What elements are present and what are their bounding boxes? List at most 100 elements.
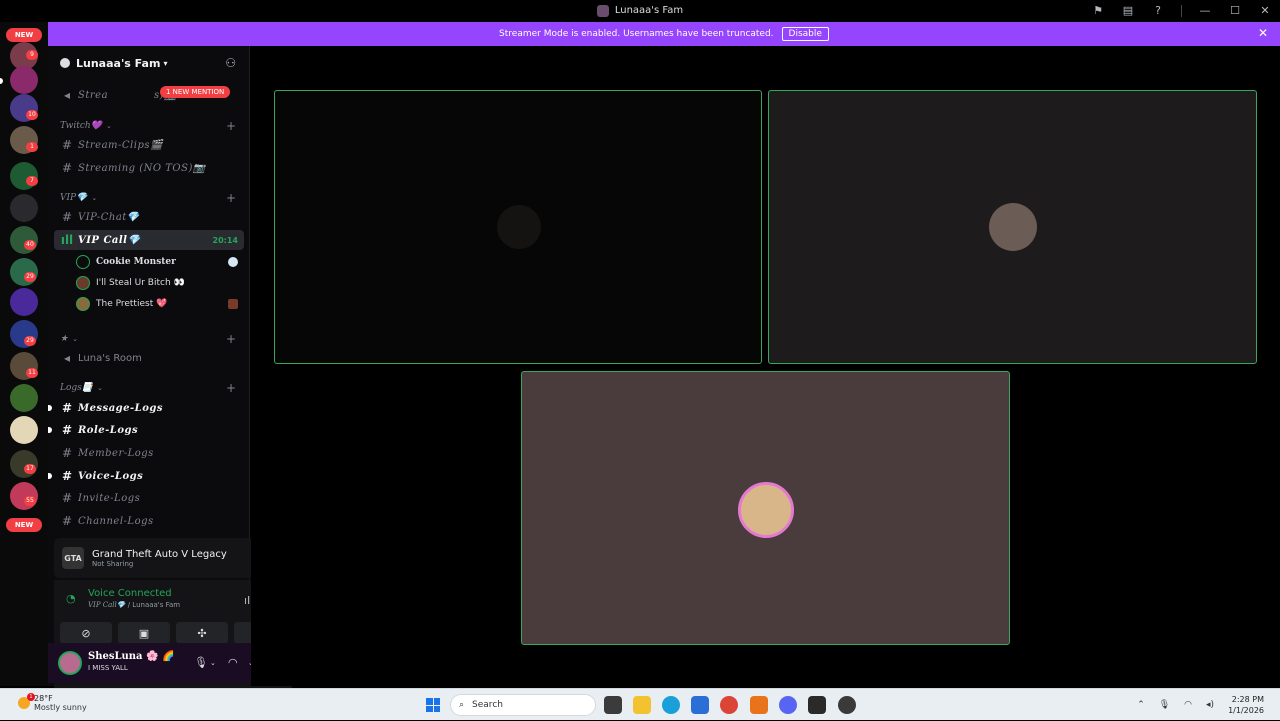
- streamer-mode-banner: Streamer Mode is enabled. Usernames have…: [48, 22, 1280, 46]
- voice-connected-label[interactable]: Voice Connected: [88, 588, 172, 599]
- task-view-icon[interactable]: [604, 696, 622, 714]
- mention-badge: 29: [24, 272, 36, 282]
- category-logs[interactable]: Logs📑 ⌄ +: [54, 378, 244, 398]
- category-twitch[interactable]: Twitch💜 ⌄ +: [54, 116, 244, 136]
- help-icon[interactable]: ?: [1143, 4, 1173, 17]
- channel-streaming[interactable]: # Streaming (NO TOS)📷: [54, 158, 244, 178]
- channel-channel-logs[interactable]: # Channel-Logs: [54, 511, 244, 531]
- edge-icon[interactable]: [662, 696, 680, 714]
- activities-button[interactable]: ✣: [176, 622, 228, 644]
- app-icon[interactable]: [808, 696, 826, 714]
- participant-tile[interactable]: [768, 90, 1257, 364]
- game-title: Grand Theft Auto V Legacy: [92, 548, 227, 560]
- new-mention-pill[interactable]: 1 NEW MENTION: [160, 86, 231, 98]
- category-vip[interactable]: VIP💎 ⌄ +: [54, 188, 244, 208]
- unread-pip: [48, 427, 52, 433]
- weather-desc: Mostly sunny: [34, 703, 87, 712]
- divider: [1181, 4, 1182, 17]
- inbox-flag-icon[interactable]: ⚑: [1083, 4, 1113, 17]
- guild-header[interactable]: Lunaaa's Fam ▾ ⚇: [48, 46, 250, 80]
- server-icon[interactable]: [10, 288, 38, 316]
- speaker-icon: ◂: [63, 351, 71, 365]
- add-channel-icon[interactable]: +: [226, 119, 236, 133]
- store-icon[interactable]: [691, 696, 709, 714]
- channel-invite-logs[interactable]: # Invite-Logs: [54, 488, 244, 508]
- participant-tile[interactable]: [521, 371, 1010, 645]
- guild-name: Lunaaa's Fam: [76, 56, 161, 70]
- microphone-icon[interactable]: 🎙: [1159, 700, 1170, 710]
- mention-badge: 40: [24, 240, 36, 250]
- hash-icon: #: [61, 210, 73, 224]
- channel-vip-chat[interactable]: # VIP-Chat💎: [54, 207, 244, 227]
- close-icon[interactable]: ✕: [1258, 26, 1268, 40]
- category-label: Twitch💜: [60, 121, 102, 131]
- mention-badge: 11: [26, 368, 38, 378]
- voice-active-icon: ıll: [60, 233, 74, 247]
- channel-message-logs[interactable]: # Message-Logs: [48, 398, 244, 418]
- channel-voice-logs[interactable]: # Voice-Logs: [48, 466, 244, 486]
- hash-icon: #: [61, 469, 73, 483]
- channel-label: Role-Logs: [78, 424, 139, 436]
- microphone-icon[interactable]: 🎙: [194, 656, 208, 669]
- discord-icon[interactable]: [779, 696, 797, 714]
- new-pill[interactable]: NEW: [6, 28, 42, 42]
- channel-vip-call[interactable]: ıll VIP Call💎 20:14: [54, 230, 244, 250]
- hash-icon: #: [61, 514, 73, 528]
- windows-taskbar: 1 28°F Mostly sunny ⌕ Search ⌃ 🎙 ◠ ◂) 2:…: [0, 688, 1280, 720]
- user-name[interactable]: ShesLuna 🌸 🌈: [88, 651, 174, 662]
- temperature: 28°F: [34, 694, 53, 703]
- voice-user[interactable]: The Prettiest 💖: [76, 294, 244, 314]
- server-icon[interactable]: [10, 66, 38, 94]
- file-explorer-icon[interactable]: [633, 696, 651, 714]
- chevron-down-icon[interactable]: ⌄: [210, 659, 216, 667]
- maximize-icon[interactable]: ☐: [1220, 4, 1250, 17]
- share-screen-button[interactable]: ▣: [118, 622, 170, 644]
- volume-icon[interactable]: ◂): [1206, 700, 1214, 710]
- call-timer: 20:14: [212, 235, 238, 245]
- avatar[interactable]: [58, 651, 82, 675]
- title-bar: Lunaaa's Fam ⚑ ▤ ? — ☐ ✕: [0, 0, 1280, 21]
- app-icon[interactable]: [750, 696, 768, 714]
- headphones-icon[interactable]: ◠: [228, 656, 238, 669]
- camera-off-button[interactable]: ⊘: [60, 622, 112, 644]
- hash-icon: #: [61, 401, 73, 415]
- inbox-icon[interactable]: ▤: [1113, 4, 1143, 17]
- chrome-icon[interactable]: [720, 696, 738, 714]
- category-star[interactable]: ★ ⌄ +: [54, 329, 244, 349]
- invite-icon[interactable]: ⚇: [225, 56, 236, 70]
- clock[interactable]: 2:28 PM 1/1/2026: [1228, 694, 1264, 716]
- disable-button[interactable]: Disable: [781, 27, 829, 41]
- taskbar-search[interactable]: ⌕ Search: [450, 694, 596, 716]
- channel-label: Strea: [78, 89, 109, 101]
- signal-icon[interactable]: ◔: [66, 592, 76, 605]
- minimize-icon[interactable]: —: [1190, 4, 1220, 17]
- weather-widget[interactable]: 1 28°F Mostly sunny: [18, 693, 87, 712]
- add-channel-icon[interactable]: +: [226, 191, 236, 205]
- channel-role-logs[interactable]: # Role-Logs: [48, 420, 244, 440]
- avatar: [989, 203, 1037, 251]
- server-icon[interactable]: [10, 416, 38, 444]
- sharing-status: Not Sharing: [92, 559, 134, 568]
- channel-member-logs[interactable]: # Member-Logs: [54, 443, 244, 463]
- mention-badge: 17: [24, 464, 36, 474]
- chevron-up-icon[interactable]: ⌃: [1137, 700, 1145, 710]
- voice-location[interactable]: VIP Call💎 / Lunaaa's Fam: [88, 601, 180, 609]
- voice-user[interactable]: Cookie Monster: [76, 252, 244, 272]
- wifi-icon[interactable]: ◠: [1184, 700, 1192, 710]
- voice-user[interactable]: I'll Steal Ur Bitch 👀: [76, 273, 244, 293]
- close-window-icon[interactable]: ✕: [1250, 4, 1280, 17]
- server-icon[interactable]: [10, 384, 38, 412]
- search-icon: ⌕: [459, 700, 465, 710]
- new-pill[interactable]: NEW: [6, 518, 42, 532]
- channel-lunas-room[interactable]: ◂ Luna's Room: [54, 348, 244, 368]
- channel-stream-clips[interactable]: # Stream-Clips🎬: [54, 135, 244, 155]
- voice-user-name: The Prettiest 💖: [96, 299, 168, 309]
- app-icon[interactable]: [838, 696, 856, 714]
- add-channel-icon[interactable]: +: [226, 332, 236, 346]
- start-button[interactable]: [426, 698, 440, 712]
- server-speaker-icon[interactable]: [10, 194, 38, 222]
- participant-tile[interactable]: [274, 90, 762, 364]
- avatar: [76, 255, 90, 269]
- chevron-down-icon: ⌄: [72, 335, 78, 343]
- add-channel-icon[interactable]: +: [226, 381, 236, 395]
